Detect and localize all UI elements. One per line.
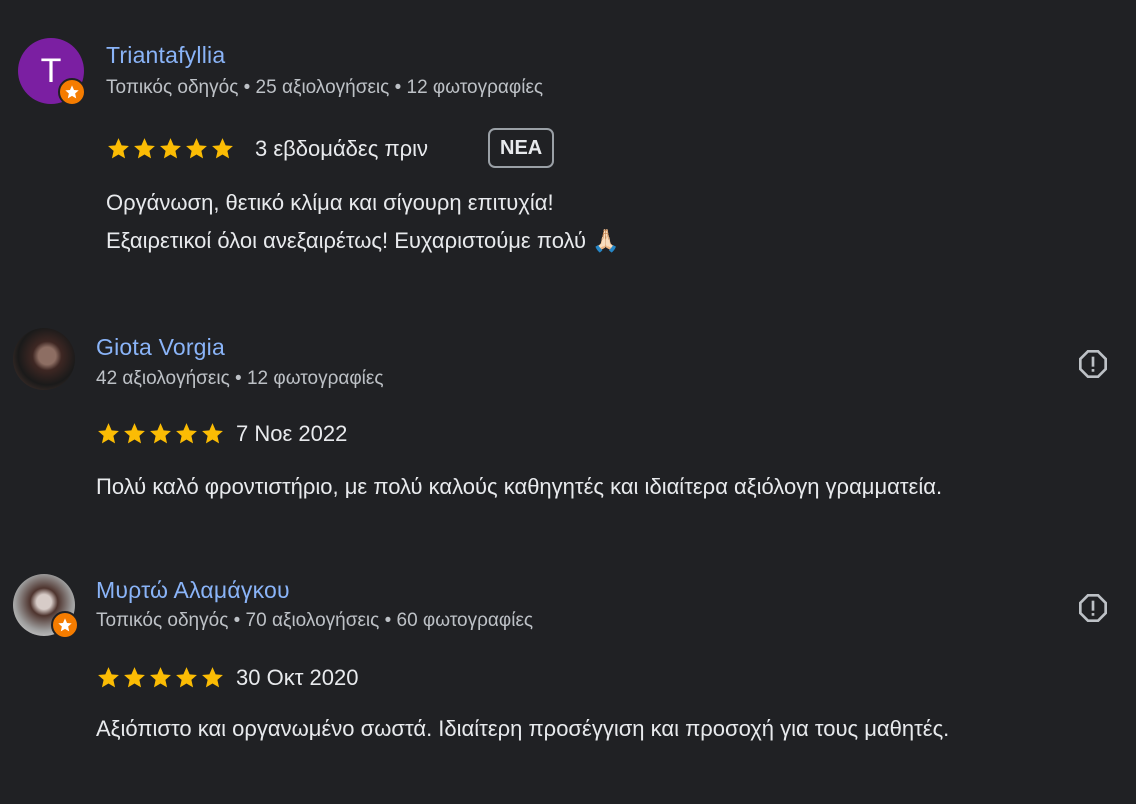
reviewer-meta: Τοπικός οδηγός • 25 αξιολογήσεις • 12 φω… xyxy=(106,77,544,98)
rating-stars xyxy=(106,136,235,161)
local-guide-badge xyxy=(58,78,86,106)
review-date: 7 Νοε 2022 xyxy=(236,421,348,446)
star-icon xyxy=(124,667,145,688)
local-guide-badge xyxy=(51,611,79,639)
review-text-line: Πολύ καλό φροντιστήριο, με πολύ καλούς κ… xyxy=(96,474,943,499)
star-icon xyxy=(124,423,145,444)
star-icon xyxy=(176,423,197,444)
local-guide-star-icon xyxy=(65,85,79,99)
review-date: 30 Οκτ 2020 xyxy=(236,665,359,690)
avatar-photo xyxy=(13,328,75,390)
avatar[interactable]: T xyxy=(18,38,86,106)
avatar[interactable] xyxy=(13,328,75,390)
review-text-line: Αξιόπιστο και οργανωμένο σωστά. Ιδιαίτερ… xyxy=(96,716,950,741)
reviewer-name[interactable]: Μυρτώ Αλαμάγκου xyxy=(96,577,290,604)
avatar[interactable] xyxy=(13,574,79,639)
reviewer-name[interactable]: Giota Vorgia xyxy=(96,334,225,361)
avatar-letter: T xyxy=(40,51,62,90)
star-icon xyxy=(98,423,119,444)
star-icon xyxy=(176,667,197,688)
report-exclamation-icon[interactable] xyxy=(1077,348,1109,380)
review-date: 3 εβδομάδες πριν xyxy=(255,136,429,161)
star-icon xyxy=(108,138,129,159)
star-icon xyxy=(134,138,155,159)
review-text-line: Εξαιρετικοί όλοι ανεξαιρέτως! Ευχαριστού… xyxy=(106,228,620,253)
star-icon xyxy=(202,423,223,444)
star-icon xyxy=(186,138,207,159)
reviewer-name[interactable]: Triantafyllia xyxy=(106,42,225,69)
review-card: T Triantafyllia Τοπικός οδηγός • 25 αξιο… xyxy=(0,0,1136,290)
star-icon xyxy=(160,138,181,159)
star-icon xyxy=(202,667,223,688)
local-guide-star-icon xyxy=(58,618,72,632)
reviewer-meta: Τοπικός οδηγός • 70 αξιολογήσεις • 60 φω… xyxy=(96,610,534,631)
new-badge: ΝΕΑ xyxy=(488,128,555,168)
reviewer-meta: 42 αξιολογήσεις • 12 φωτογραφίες xyxy=(96,368,384,389)
star-icon xyxy=(150,423,171,444)
star-icon xyxy=(150,667,171,688)
rating-stars xyxy=(96,421,225,446)
star-icon xyxy=(98,667,119,688)
rating-stars xyxy=(96,665,225,690)
report-exclamation-icon[interactable] xyxy=(1077,592,1109,624)
review-text-line: Οργάνωση, θετικό κλίμα και σίγουρη επιτυ… xyxy=(106,190,554,215)
star-icon xyxy=(212,138,233,159)
